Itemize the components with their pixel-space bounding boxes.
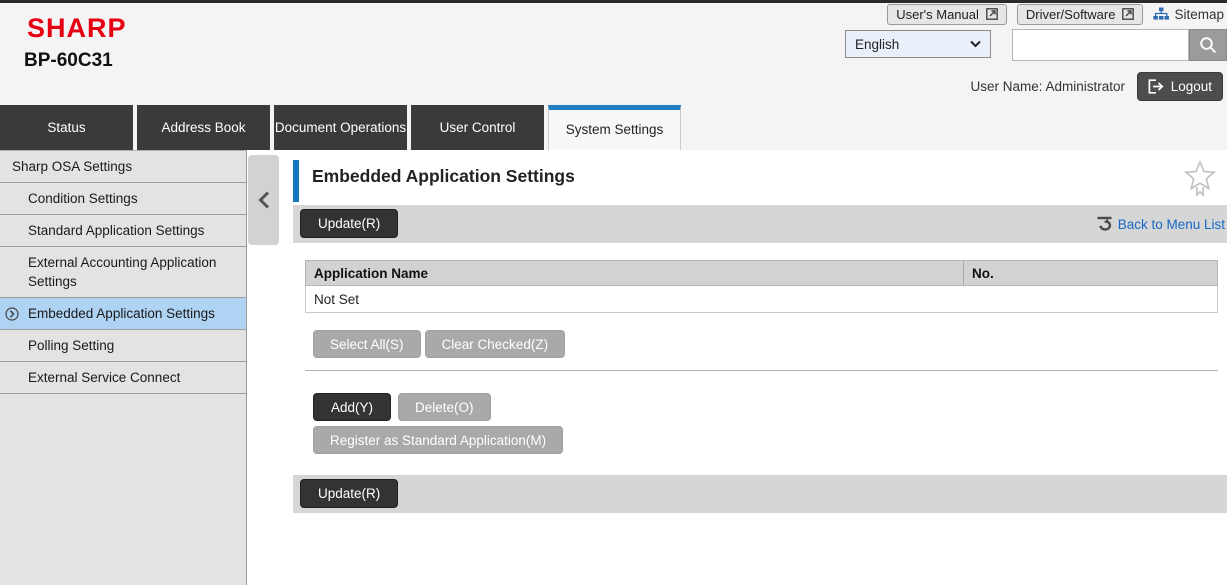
logout-icon bbox=[1148, 79, 1164, 94]
sidebar-item-label: Sharp OSA Settings bbox=[12, 159, 132, 174]
tab-status-label: Status bbox=[47, 120, 85, 136]
add-button[interactable]: Add(Y) bbox=[313, 393, 391, 421]
content-area: Sharp OSA Settings Condition Settings St… bbox=[0, 150, 1227, 585]
select-all-button[interactable]: Select All(S) bbox=[313, 330, 421, 358]
sidebar-item-label: Standard Application Settings bbox=[28, 223, 204, 238]
register-standard-application-button[interactable]: Register as Standard Application(M) bbox=[313, 426, 563, 454]
top-toolbar: Update(R) Back to Menu List bbox=[293, 205, 1227, 243]
search-input[interactable] bbox=[1012, 29, 1189, 61]
back-to-menu-label: Back to Menu List bbox=[1118, 217, 1225, 232]
sitemap-link[interactable]: Sitemap bbox=[1153, 7, 1224, 22]
table-row: Not Set bbox=[305, 286, 1218, 313]
back-to-menu-link[interactable]: Back to Menu List bbox=[1095, 205, 1225, 243]
bottom-toolbar: Update(R) bbox=[293, 475, 1227, 513]
table-header-row: Application Name No. bbox=[305, 260, 1218, 286]
delete-button[interactable]: Delete(O) bbox=[398, 393, 491, 421]
sidebar-item-condition-settings[interactable]: Condition Settings bbox=[0, 183, 246, 215]
back-arrow-icon bbox=[1095, 216, 1114, 233]
header-links: User's Manual Driver/Software Sitemap bbox=[887, 3, 1224, 25]
page-title: Embedded Application Settings bbox=[312, 166, 575, 187]
settings-sidebar: Sharp OSA Settings Condition Settings St… bbox=[0, 150, 247, 585]
external-link-icon bbox=[1122, 8, 1134, 20]
tab-status[interactable]: Status bbox=[0, 105, 133, 150]
language-select[interactable]: English bbox=[845, 30, 991, 58]
device-model: BP-60C31 bbox=[24, 50, 113, 72]
chevron-down-icon bbox=[970, 40, 981, 48]
column-header-application-name: Application Name bbox=[306, 261, 964, 285]
application-table: Application Name No. Not Set bbox=[305, 260, 1218, 313]
sidebar-item-external-service-connect[interactable]: External Service Connect bbox=[0, 362, 246, 394]
tab-address-book-label: Address Book bbox=[161, 120, 245, 136]
main-tabbar: Status Address Book Document Operations … bbox=[0, 105, 1227, 150]
sidebar-item-label: Embedded Application Settings bbox=[28, 306, 215, 321]
title-accent-bar bbox=[293, 160, 299, 202]
logout-button[interactable]: Logout bbox=[1137, 72, 1223, 101]
sidebar-item-sharp-osa-settings[interactable]: Sharp OSA Settings bbox=[0, 151, 246, 183]
logout-label: Logout bbox=[1171, 79, 1212, 94]
update-button-top[interactable]: Update(R) bbox=[300, 209, 398, 238]
update-button-bottom[interactable]: Update(R) bbox=[300, 479, 398, 508]
selection-buttons-row: Select All(S) Clear Checked(Z) bbox=[313, 330, 565, 358]
clear-checked-button[interactable]: Clear Checked(Z) bbox=[425, 330, 566, 358]
tab-system-settings-label: System Settings bbox=[566, 122, 664, 138]
sidebar-item-polling-setting[interactable]: Polling Setting bbox=[0, 330, 246, 362]
driver-software-label: Driver/Software bbox=[1026, 7, 1116, 22]
sidebar-item-embedded-application-settings[interactable]: Embedded Application Settings bbox=[0, 298, 246, 330]
tab-document-operations[interactable]: Document Operations bbox=[274, 105, 407, 150]
sitemap-label: Sitemap bbox=[1174, 7, 1224, 22]
register-button-row: Register as Standard Application(M) bbox=[313, 426, 563, 454]
user-name-label: User Name: Administrator bbox=[970, 79, 1125, 94]
main-panel: Embedded Application Settings Update(R) … bbox=[293, 150, 1227, 585]
sidebar-item-label: External Accounting Application Settings bbox=[28, 255, 216, 289]
sitemap-icon bbox=[1153, 7, 1169, 21]
section-divider bbox=[305, 370, 1218, 371]
search-button[interactable] bbox=[1189, 29, 1227, 61]
sidebar-item-external-accounting-application-settings[interactable]: External Accounting Application Settings bbox=[0, 247, 246, 298]
search-icon bbox=[1198, 35, 1218, 55]
header: SHARP BP-60C31 User's Manual Driver/Soft… bbox=[0, 0, 1227, 105]
driver-software-button[interactable]: Driver/Software bbox=[1017, 4, 1144, 25]
favorite-star-icon[interactable] bbox=[1184, 160, 1216, 198]
add-delete-buttons-row: Add(Y) Delete(O) bbox=[313, 393, 491, 421]
tab-user-control[interactable]: User Control bbox=[411, 105, 544, 150]
sidebar-item-label: Polling Setting bbox=[28, 338, 114, 353]
sidebar-item-standard-application-settings[interactable]: Standard Application Settings bbox=[0, 215, 246, 247]
sidebar-item-label: Condition Settings bbox=[28, 191, 138, 206]
tab-address-book[interactable]: Address Book bbox=[137, 105, 270, 150]
tab-user-control-label: User Control bbox=[440, 120, 516, 136]
language-selected-value: English bbox=[855, 37, 899, 52]
tab-document-operations-label: Document Operations bbox=[275, 120, 406, 136]
tab-system-settings[interactable]: System Settings bbox=[548, 105, 681, 150]
column-header-no: No. bbox=[964, 261, 1217, 285]
brand-logo: SHARP bbox=[27, 13, 127, 44]
sidebar-item-label: External Service Connect bbox=[28, 370, 180, 385]
sidebar-collapse-button[interactable] bbox=[248, 155, 279, 245]
current-item-icon bbox=[5, 307, 19, 321]
application-name-cell: Not Set bbox=[314, 292, 359, 307]
users-manual-button[interactable]: User's Manual bbox=[887, 4, 1007, 25]
chevron-left-icon bbox=[258, 191, 270, 209]
external-link-icon bbox=[986, 8, 998, 20]
users-manual-label: User's Manual bbox=[896, 7, 979, 22]
